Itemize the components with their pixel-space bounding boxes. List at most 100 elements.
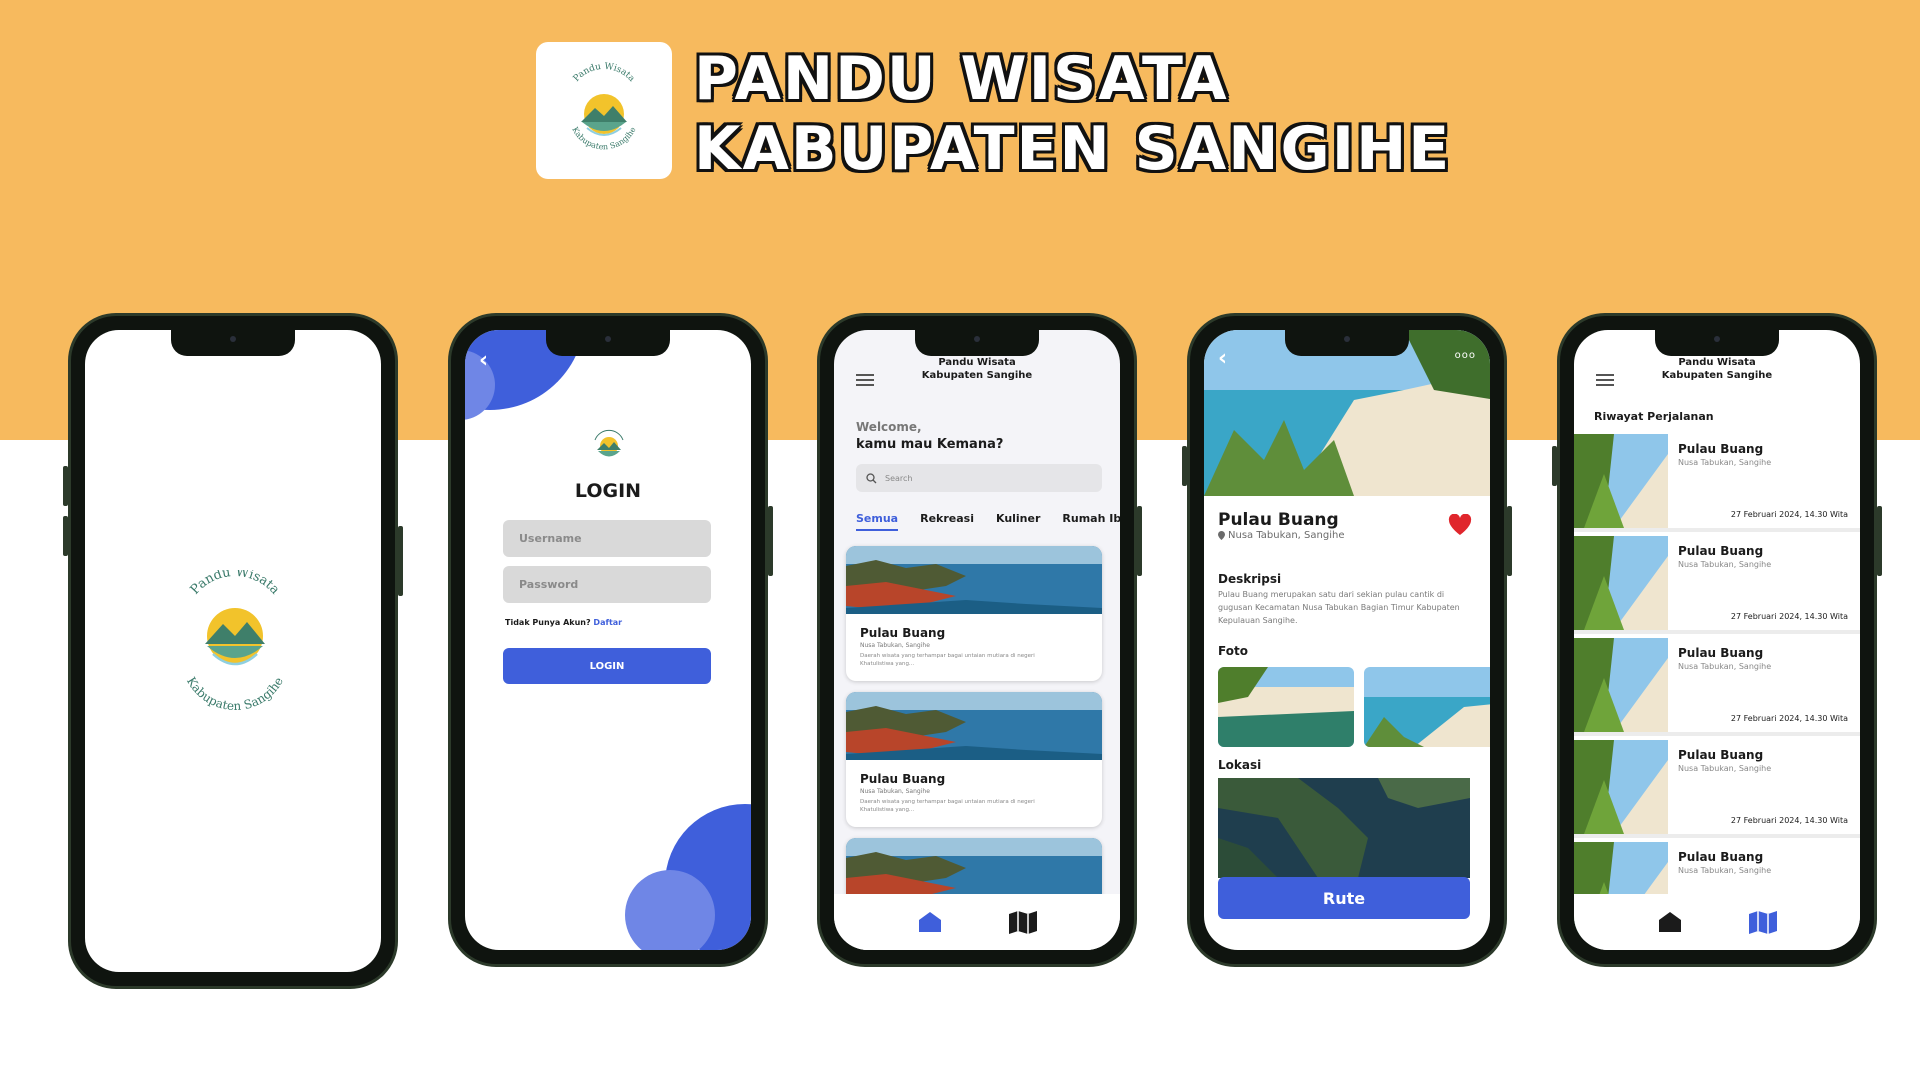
place-card[interactable]: Pulau Buang Nusa Tabukan, Sangihe Daerah… bbox=[846, 546, 1102, 681]
history-title: Pulau Buang bbox=[1678, 748, 1764, 762]
svg-text:Kabupaten Sangihe: Kabupaten Sangihe bbox=[184, 675, 286, 710]
power-button bbox=[1877, 506, 1882, 576]
notch bbox=[915, 330, 1039, 356]
login-title: LOGIN bbox=[574, 480, 642, 502]
location-heading: Lokasi bbox=[1218, 758, 1262, 772]
location-map[interactable] bbox=[1218, 778, 1470, 878]
menu-icon[interactable] bbox=[1596, 374, 1614, 389]
place-photo bbox=[846, 546, 1102, 614]
photo-heading: Foto bbox=[1218, 644, 1248, 658]
app-header: Pandu Wisata Kabupaten Sangihe bbox=[1574, 356, 1860, 382]
login-logo-icon bbox=[594, 429, 624, 457]
card-title: Pulau Buang bbox=[860, 626, 946, 640]
tab-rekreasi[interactable]: Rekreasi bbox=[920, 512, 974, 525]
history-location: Nusa Tabukan, Sangihe bbox=[1678, 560, 1772, 569]
history-date: 27 Februari 2024, 14.30 Wita bbox=[1730, 612, 1848, 621]
app-title-line-2: Kabupaten Sangihe bbox=[1661, 370, 1773, 381]
home-icon[interactable] bbox=[917, 910, 943, 934]
phone-splash: Pandu Wisata Kabupaten Sangihe bbox=[63, 313, 403, 989]
welcome-text: Welcome, bbox=[856, 420, 922, 434]
history-item[interactable]: Pulau Buang Nusa Tabukan, Sangihe 27 Feb… bbox=[1574, 434, 1860, 532]
question-text: kamu mau Kemana? bbox=[856, 437, 1004, 452]
gallery-photo[interactable] bbox=[1218, 667, 1354, 747]
pandu-wisata-logo-icon: Pandu Wisata Kabupaten Sangihe bbox=[570, 61, 638, 151]
card-description: Daerah wisata yang terhampar bagai untai… bbox=[860, 799, 1035, 813]
notch bbox=[171, 330, 295, 356]
history-item[interactable]: Pulau Buang Nusa Tabukan, Sangihe 27 Feb… bbox=[1574, 638, 1860, 736]
history-photo bbox=[1574, 740, 1668, 834]
history-screen: Pandu Wisata Kabupaten Sangihe Riwayat P… bbox=[1574, 330, 1860, 950]
app-header: Pandu Wisata Kabupaten Sangihe bbox=[834, 356, 1120, 382]
app-title-line-2: Kabupaten Sangihe bbox=[921, 370, 1033, 381]
place-card[interactable]: Pulau Buang Nusa Tabukan, Sangihe Daerah… bbox=[846, 692, 1102, 827]
tab-kuliner[interactable]: Kuliner bbox=[996, 512, 1040, 525]
home-icon[interactable] bbox=[1657, 910, 1683, 934]
svg-text:Pandu Wisata: Pandu Wisata bbox=[572, 61, 637, 84]
register-prompt: Tidak Punya Akun? Daftar bbox=[505, 618, 622, 627]
place-photo bbox=[846, 692, 1102, 760]
power-button bbox=[1137, 506, 1142, 576]
register-link[interactable]: Daftar bbox=[593, 618, 622, 627]
card-location: Nusa Tabukan, Sangihe bbox=[860, 642, 930, 649]
history-title: Pulau Buang bbox=[1678, 442, 1764, 456]
power-button bbox=[398, 526, 403, 596]
no-account-text: Tidak Punya Akun? bbox=[505, 618, 591, 627]
history-heading: Riwayat Perjalanan bbox=[1594, 410, 1714, 423]
location-pin-icon bbox=[1218, 531, 1225, 540]
home-screen: Pandu Wisata Kabupaten Sangihe Welcome, … bbox=[834, 330, 1120, 950]
card-location: Nusa Tabukan, Sangihe bbox=[860, 788, 930, 795]
history-date: 27 Februari 2024, 14.30 Wita bbox=[1730, 510, 1848, 519]
notch bbox=[546, 330, 670, 356]
back-chevron-icon[interactable]: ‹ bbox=[1218, 346, 1227, 371]
svg-text:Pandu Wisata: Pandu Wisata bbox=[188, 570, 283, 598]
history-title: Pulau Buang bbox=[1678, 646, 1764, 660]
side-button bbox=[1552, 446, 1557, 486]
history-item[interactable]: Pulau Buang Nusa Tabukan, Sangihe 27 Feb… bbox=[1574, 536, 1860, 634]
title-line-2: KABUPATEN SANGIHE bbox=[694, 114, 1452, 184]
phone-login: ‹ LOGIN Username Password Tidak Punya Ak… bbox=[448, 313, 773, 967]
menu-icon[interactable] bbox=[856, 374, 874, 389]
page-title: PANDU WISATA KABUPATEN SANGIHE bbox=[694, 44, 1451, 184]
password-field[interactable]: Password bbox=[503, 566, 711, 603]
card-title: Pulau Buang bbox=[860, 772, 946, 786]
gallery-photo[interactable] bbox=[1364, 667, 1490, 747]
power-button bbox=[768, 506, 773, 576]
map-icon[interactable] bbox=[1008, 910, 1038, 934]
side-button bbox=[1182, 446, 1187, 486]
splash-screen: Pandu Wisata Kabupaten Sangihe bbox=[85, 330, 381, 972]
login-button[interactable]: LOGIN bbox=[503, 648, 711, 684]
tab-rumah-ibadah[interactable]: Rumah Ibad bbox=[1062, 512, 1120, 525]
history-photo bbox=[1574, 638, 1668, 732]
phone-home: Pandu Wisata Kabupaten Sangihe Welcome, … bbox=[817, 313, 1142, 967]
history-date: 27 Februari 2024, 14.30 Wita bbox=[1730, 816, 1848, 825]
phone-detail: ‹ ooo Pulau Buang Nusa Tabukan, Sangihe … bbox=[1182, 313, 1512, 967]
header-logo: Pandu Wisata Kabupaten Sangihe bbox=[536, 42, 672, 179]
history-location: Nusa Tabukan, Sangihe bbox=[1678, 764, 1772, 773]
history-location: Nusa Tabukan, Sangihe bbox=[1678, 458, 1772, 467]
history-title: Pulau Buang bbox=[1678, 850, 1764, 864]
side-button bbox=[63, 466, 68, 506]
description-text: Pulau Buang merupakan satu dari sekian p… bbox=[1218, 590, 1460, 625]
search-placeholder: Search bbox=[885, 473, 913, 483]
search-input[interactable]: Search bbox=[856, 464, 1102, 492]
more-options-icon[interactable]: ooo bbox=[1455, 350, 1476, 361]
bottom-nav bbox=[834, 894, 1120, 950]
login-screen: ‹ LOGIN Username Password Tidak Punya Ak… bbox=[465, 330, 751, 950]
description-heading: Deskripsi bbox=[1218, 572, 1282, 586]
decor-blob-bottom-small bbox=[625, 870, 715, 950]
route-button[interactable]: Rute bbox=[1218, 877, 1470, 919]
bottom-nav bbox=[1574, 894, 1860, 950]
power-button bbox=[1507, 506, 1512, 576]
detail-screen: ‹ ooo Pulau Buang Nusa Tabukan, Sangihe … bbox=[1204, 330, 1490, 950]
notch bbox=[1655, 330, 1779, 356]
search-icon bbox=[866, 472, 877, 483]
back-chevron-icon[interactable]: ‹ bbox=[479, 348, 488, 373]
place-location-text: Nusa Tabukan, Sangihe bbox=[1228, 530, 1345, 541]
history-location: Nusa Tabukan, Sangihe bbox=[1678, 866, 1772, 875]
history-title: Pulau Buang bbox=[1678, 544, 1764, 558]
favorite-heart-icon[interactable] bbox=[1448, 514, 1472, 536]
tab-semua[interactable]: Semua bbox=[856, 512, 899, 531]
map-icon[interactable] bbox=[1748, 910, 1778, 934]
history-item[interactable]: Pulau Buang Nusa Tabukan, Sangihe 27 Feb… bbox=[1574, 740, 1860, 838]
username-field[interactable]: Username bbox=[503, 520, 711, 557]
